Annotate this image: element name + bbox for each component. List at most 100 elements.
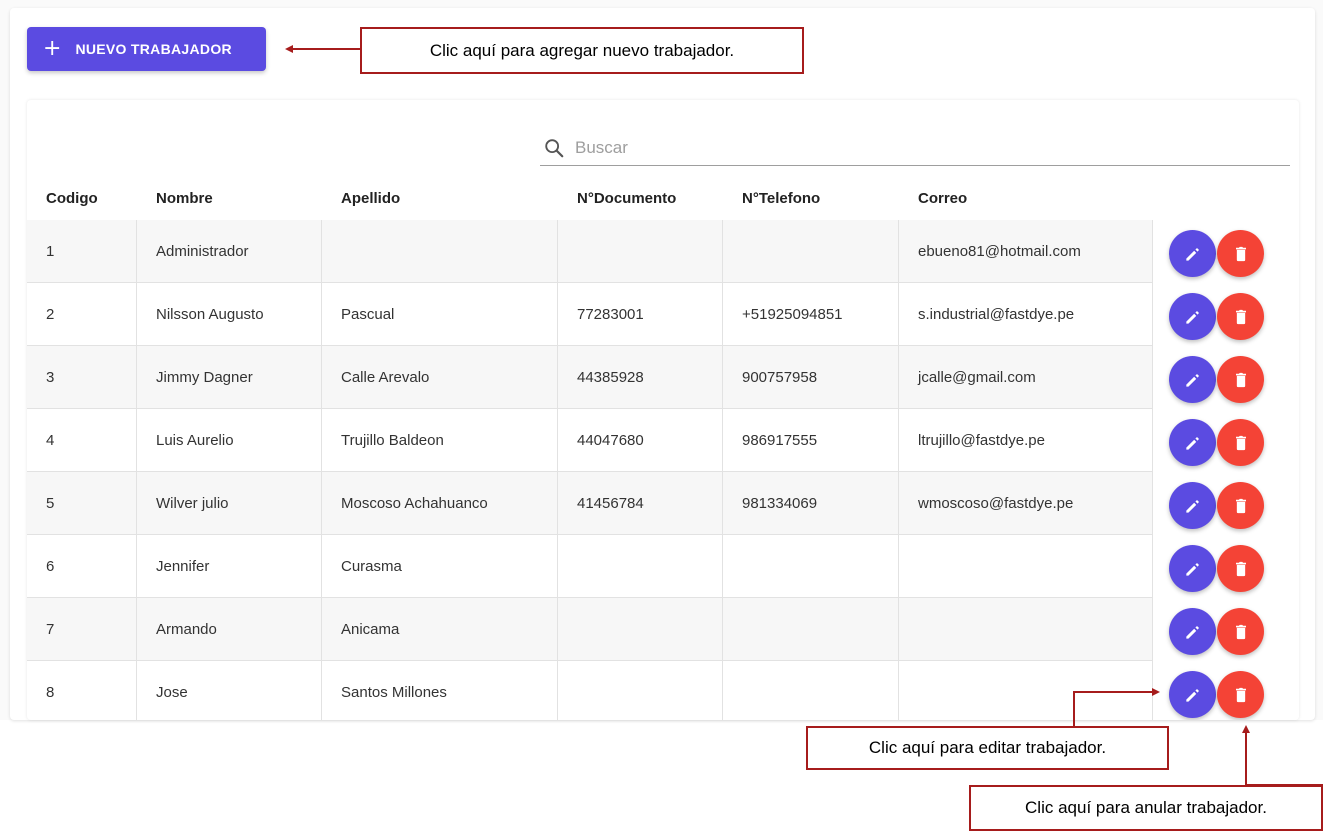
cell-documento [558,535,723,598]
delete-callout-arrow [1242,725,1323,786]
cell-apellido: Pascual [322,283,558,346]
row-actions [1153,409,1299,472]
table-row[interactable]: 3 Jimmy Dagner Calle Arevalo 44385928 900757… [27,346,1299,409]
cell-nombre: Jimmy Dagner [137,346,322,409]
edit-button[interactable] [1169,671,1216,718]
cell-correo [899,598,1153,661]
cell-correo [899,661,1153,720]
workers-table-card: Codigo Nombre Apellido N°Documento N°Tel… [27,100,1299,720]
cell-telefono: 981334069 [723,472,899,535]
edit-button[interactable] [1169,608,1216,655]
row-actions [1153,472,1299,535]
cell-correo: ebueno81@hotmail.com [899,220,1153,283]
cell-nombre: Administrador [137,220,322,283]
cell-documento [558,598,723,661]
column-header-documento[interactable]: N°Documento [577,178,676,220]
delete-button[interactable] [1217,356,1264,403]
cell-apellido: Anicama [322,598,558,661]
edit-button[interactable] [1169,482,1216,529]
column-header-correo[interactable]: Correo [918,178,967,220]
cell-telefono [723,598,899,661]
new-worker-label: NUEVO TRABAJADOR [75,41,232,57]
table-row[interactable]: 1 Administrador ebueno81@hotmail.com [27,220,1299,283]
cell-codigo: 1 [27,220,137,283]
search-input[interactable] [575,137,1175,158]
trash-icon [1235,624,1246,639]
delete-button[interactable] [1217,545,1264,592]
cell-telefono [723,661,899,720]
table-row[interactable]: 6 Jennifer Curasma [27,535,1299,598]
cell-correo: ltrujillo@fastdye.pe [899,409,1153,472]
edit-button[interactable] [1169,293,1216,340]
table-header: Codigo Nombre Apellido N°Documento N°Tel… [27,178,1299,220]
delete-button[interactable] [1217,293,1264,340]
trash-icon [1235,561,1246,576]
delete-button[interactable] [1217,419,1264,466]
cell-apellido: Curasma [322,535,558,598]
table-row[interactable]: 5 Wilver julio Moscoso Achahuanco 41456784 9… [27,472,1299,535]
cell-telefono: 900757958 [723,346,899,409]
cell-correo: wmoscoso@fastdye.pe [899,472,1153,535]
edit-button[interactable] [1169,419,1216,466]
delete-button[interactable] [1217,671,1264,718]
trash-icon [1235,246,1246,261]
delete-worker-callout: Clic aquí para anular trabajador. [969,785,1323,831]
cell-documento: 44047680 [558,409,723,472]
delete-button[interactable] [1217,608,1264,655]
cell-codigo: 8 [27,661,137,720]
row-actions [1153,283,1299,346]
delete-button[interactable] [1217,230,1264,277]
column-header-telefono[interactable]: N°Telefono [742,178,820,220]
screen: + NUEVO TRABAJADOR Codigo Nombre Apellid… [0,0,1323,833]
cell-telefono [723,220,899,283]
pencil-icon [1185,499,1199,513]
row-actions [1153,220,1299,283]
edit-button[interactable] [1169,545,1216,592]
trash-icon [1235,687,1246,702]
cell-nombre: Luis Aurelio [137,409,322,472]
cell-nombre: Wilver julio [137,472,322,535]
edit-button[interactable] [1169,356,1216,403]
cell-codigo: 2 [27,283,137,346]
cell-documento: 41456784 [558,472,723,535]
cell-codigo: 4 [27,409,137,472]
table-row[interactable]: 7 Armando Anicama [27,598,1299,661]
cell-correo [899,535,1153,598]
cell-telefono [723,535,899,598]
table-row[interactable]: 4 Luis Aurelio Trujillo Baldeon 44047680 986… [27,409,1299,472]
column-header-codigo[interactable]: Codigo [46,178,98,220]
cell-documento [558,661,723,720]
new-worker-button[interactable]: + NUEVO TRABAJADOR [27,27,266,71]
cell-telefono: 986917555 [723,409,899,472]
cell-codigo: 7 [27,598,137,661]
delete-button[interactable] [1217,482,1264,529]
table-row[interactable]: 2 Nilsson Augusto Pascual 77283001 +51925094… [27,283,1299,346]
pencil-icon [1185,310,1199,324]
trash-icon [1235,498,1246,513]
cell-telefono: +51925094851 [723,283,899,346]
cell-apellido [322,220,558,283]
column-header-apellido[interactable]: Apellido [341,178,400,220]
trash-icon [1235,372,1246,387]
cell-apellido: Santos Millones [322,661,558,720]
cell-codigo: 3 [27,346,137,409]
pencil-icon [1185,247,1199,261]
table-row[interactable]: 8 Jose Santos Millones [27,661,1299,720]
cell-correo: jcalle@gmail.com [899,346,1153,409]
add-worker-callout: Clic aquí para agregar nuevo trabajador. [360,27,804,74]
cell-documento: 77283001 [558,283,723,346]
pencil-icon [1185,373,1199,387]
row-actions [1153,535,1299,598]
column-header-nombre[interactable]: Nombre [156,178,213,220]
trash-icon [1235,309,1246,324]
row-actions [1153,598,1299,661]
edit-button[interactable] [1169,230,1216,277]
cell-codigo: 6 [27,535,137,598]
cell-nombre: Jose [137,661,322,720]
edit-worker-callout: Clic aquí para editar trabajador. [806,726,1169,770]
cell-documento: 44385928 [558,346,723,409]
cell-apellido: Calle Arevalo [322,346,558,409]
plus-icon: + [43,36,62,61]
cell-documento [558,220,723,283]
search-icon [545,138,564,157]
